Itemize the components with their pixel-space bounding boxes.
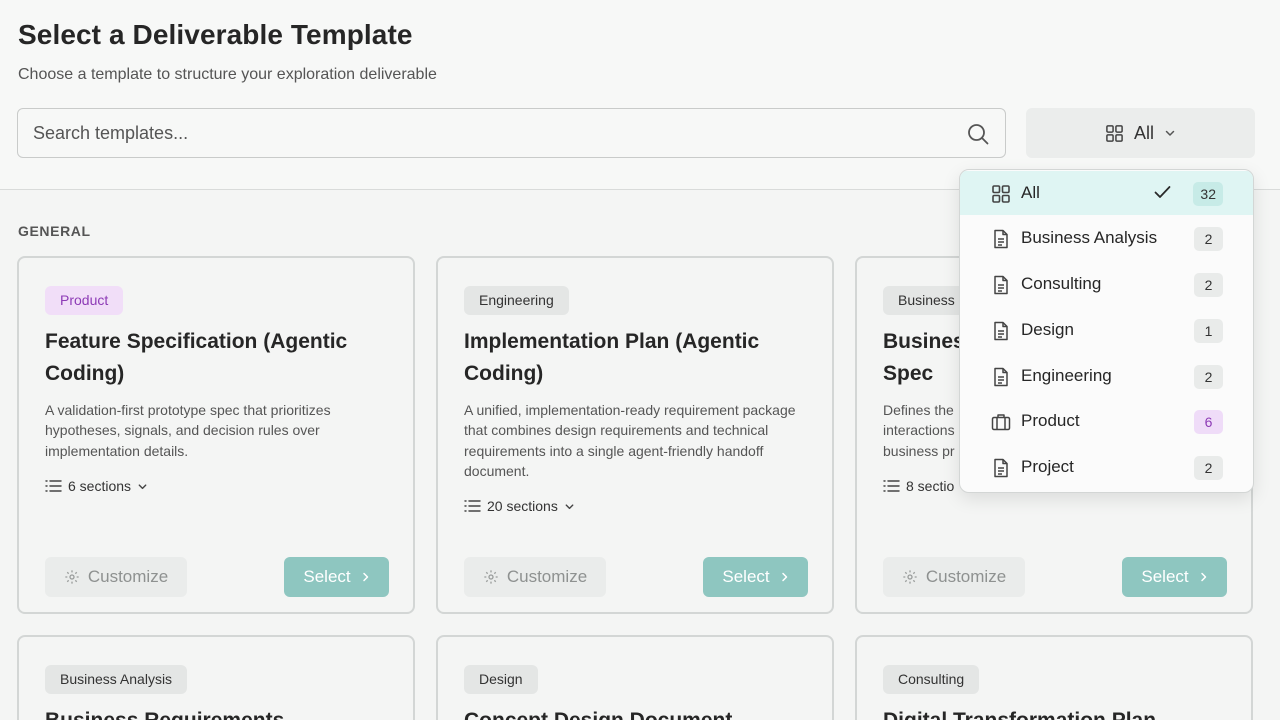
template-card: Product Feature Specification (Agentic C… [17, 256, 415, 614]
grid-icon [991, 184, 1011, 204]
select-button[interactable]: Select [1122, 557, 1227, 597]
dropdown-item-design[interactable]: Design 1 [960, 308, 1253, 352]
sections-toggle[interactable]: 20 sections [464, 496, 575, 516]
chevron-right-icon [362, 572, 368, 582]
customize-button[interactable]: Customize [464, 557, 606, 597]
chevron-down-icon [565, 503, 574, 509]
search-icon[interactable] [966, 122, 990, 146]
dropdown-item-label: Business Analysis [1021, 228, 1158, 247]
search-input[interactable] [18, 109, 958, 157]
template-card: Business Analysis Business Requirements [17, 635, 415, 720]
search-box [17, 108, 1006, 158]
briefcase-icon [991, 412, 1011, 432]
dropdown-item-consulting[interactable]: Consulting 2 [960, 262, 1253, 306]
page-subtitle: Choose a template to structure your expl… [18, 66, 437, 83]
sections-toggle[interactable]: 8 sectio [883, 476, 954, 496]
customize-label: Customize [87, 567, 169, 586]
card-title: Busines Spec [883, 330, 965, 385]
chevron-right-icon [1200, 572, 1206, 582]
dropdown-item-label: Design [1021, 320, 1074, 339]
dropdown-item-count: 32 [1193, 182, 1223, 206]
page-title: Select a Deliverable Template [18, 19, 413, 50]
dropdown-item-engineering[interactable]: Engineering 2 [960, 354, 1253, 398]
sections-count: 20 sections [487, 498, 558, 514]
select-button[interactable]: Select [284, 557, 389, 597]
document-icon [991, 458, 1011, 478]
gear-icon [484, 570, 498, 584]
chevron-right-icon [781, 572, 787, 582]
category-filter-button[interactable]: All [1026, 108, 1255, 158]
card-description: A validation-first prototype spec that p… [45, 402, 331, 459]
dropdown-item-product[interactable]: Product 6 [960, 399, 1253, 443]
check-icon [1154, 185, 1171, 204]
gear-icon [903, 570, 917, 584]
select-label: Select [1141, 567, 1189, 586]
list-icon [883, 480, 900, 492]
select-label: Select [303, 567, 351, 586]
dropdown-item-label: All [1021, 183, 1040, 202]
template-card: Consulting Digital Transformation Plan [855, 635, 1253, 720]
sections-count: 8 sectio [906, 478, 955, 494]
category-tag: Business Analysis [45, 665, 188, 694]
category-tag: Consulting [883, 665, 980, 694]
customize-button[interactable]: Customize [45, 557, 187, 597]
category-tag: Business [883, 286, 970, 315]
dropdown-item-all[interactable]: All 32 [960, 171, 1253, 215]
document-icon [991, 229, 1011, 249]
category-tag: Product [45, 286, 124, 315]
dropdown-item-label: Product [1021, 411, 1080, 430]
card-description: Defines the interactions business pr [883, 402, 955, 459]
card-title: Concept Design Document [464, 705, 824, 720]
card-title: Implementation Plan (Agentic Coding) [464, 330, 760, 385]
template-card: Design Concept Design Document [436, 635, 834, 720]
card-title: Business Requirements [45, 705, 405, 720]
template-card: Engineering Implementation Plan (Agentic… [436, 256, 834, 614]
category-tag: Design [464, 665, 538, 694]
dropdown-item-count: 2 [1194, 456, 1223, 480]
page-header: Select a Deliverable Template Choose a t… [0, 0, 1280, 190]
customize-label: Customize [506, 567, 588, 586]
dropdown-item-label: Engineering [1021, 366, 1112, 385]
sections-count: 6 sections [68, 478, 132, 494]
grid-icon [1105, 124, 1124, 143]
chevron-down-icon [138, 483, 147, 489]
filter-selected-label: All [1133, 122, 1154, 143]
sections-toggle[interactable]: 6 sections [45, 476, 148, 496]
dropdown-item-count: 6 [1194, 410, 1223, 434]
category-tag: Engineering [464, 286, 569, 315]
dropdown-item-count: 2 [1194, 273, 1223, 297]
card-description: A unified, implementation-ready requirem… [464, 402, 796, 479]
dropdown-item-label: Consulting [1021, 274, 1102, 293]
document-icon [991, 367, 1011, 387]
section-label-general: GENERAL [18, 223, 91, 239]
dropdown-item-count: 2 [1194, 227, 1223, 251]
card-title: Digital Transformation Plan [883, 705, 1243, 720]
dropdown-item-count: 2 [1194, 365, 1223, 389]
gear-icon [65, 570, 79, 584]
card-title: Feature Specification (Agentic Coding) [45, 330, 348, 385]
list-icon [464, 500, 481, 512]
document-icon [991, 275, 1011, 295]
dropdown-item-count: 1 [1194, 319, 1223, 343]
chevron-down-icon [1164, 127, 1176, 139]
document-icon [991, 321, 1011, 341]
category-dropdown-menu: All 32 Business Analysis 2 Consulting 2 … [959, 169, 1254, 493]
select-label: Select [722, 567, 770, 586]
select-button[interactable]: Select [703, 557, 808, 597]
dropdown-item-label: Project [1021, 457, 1074, 476]
dropdown-item-project[interactable]: Project 2 [960, 445, 1253, 489]
dropdown-item-business-analysis[interactable]: Business Analysis 2 [960, 216, 1253, 260]
list-icon [45, 480, 62, 492]
customize-label: Customize [925, 567, 1007, 586]
customize-button[interactable]: Customize [883, 557, 1025, 597]
